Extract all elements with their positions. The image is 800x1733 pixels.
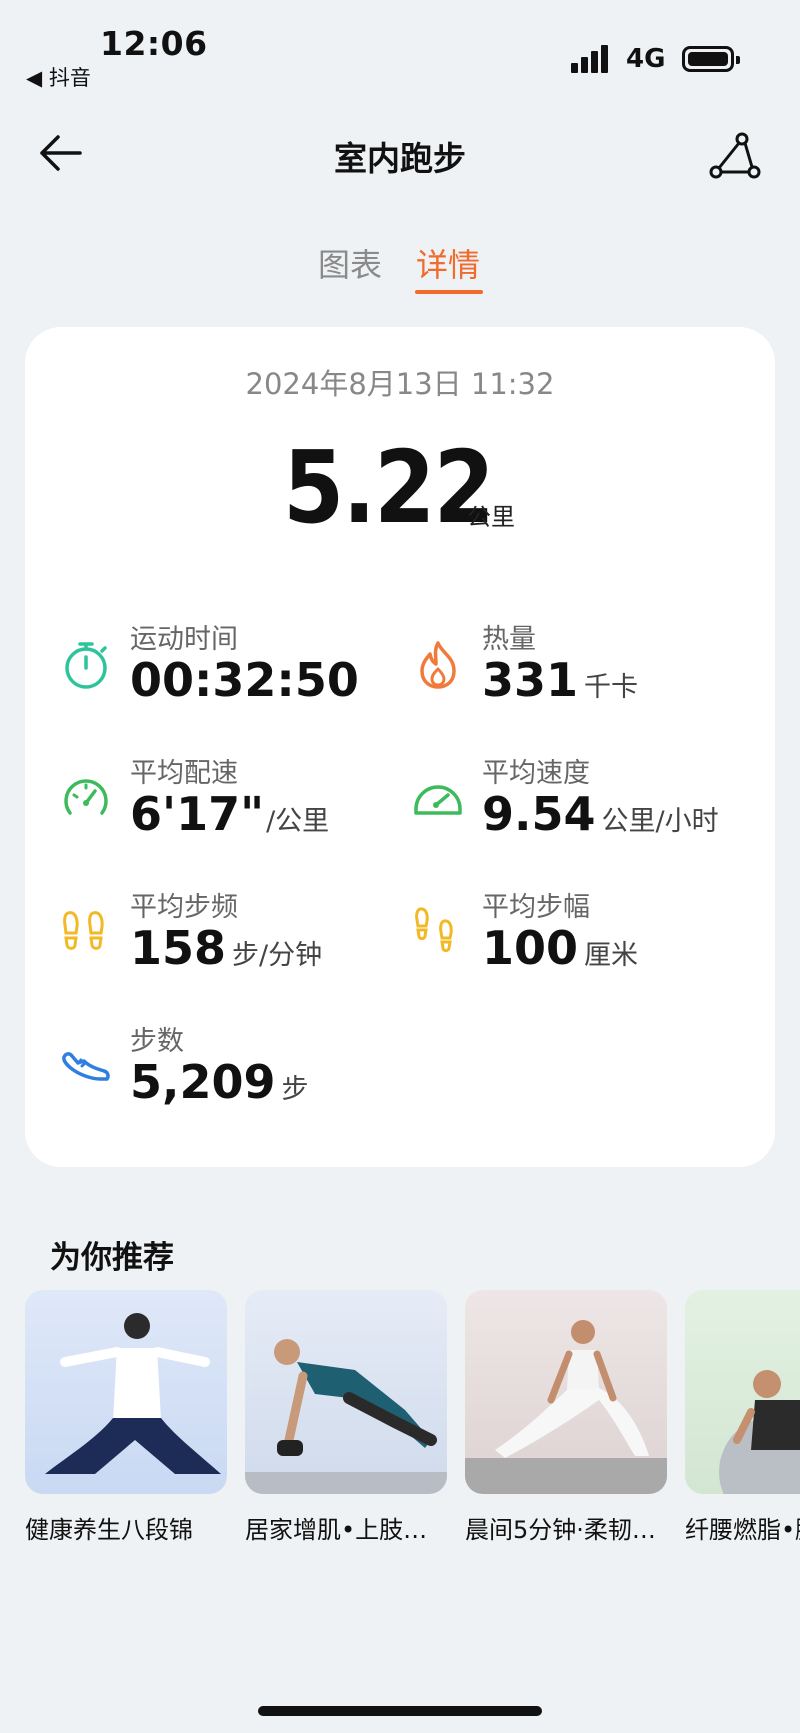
metric-label: 运动时间 bbox=[130, 624, 238, 655]
metric-value: 331 bbox=[482, 653, 579, 707]
metric-value: 100 bbox=[482, 921, 579, 975]
metric-value: 9.54 bbox=[482, 787, 596, 841]
distance-unit: 公里 bbox=[467, 503, 515, 531]
workout-date: 2024年8月13日 11:32 bbox=[245, 367, 555, 401]
metric-label: 步数 bbox=[130, 1026, 184, 1057]
metric-avg-stride: 平均步幅 100 厘米 bbox=[412, 885, 772, 995]
metric-value: 6'17" bbox=[130, 787, 265, 841]
tai-chi-thumbnail bbox=[25, 1290, 227, 1494]
metric-calories: 热量 331 千卡 bbox=[412, 617, 772, 727]
segment-tabs: 图表 详情 bbox=[0, 240, 800, 300]
ball-exercise-thumbnail bbox=[685, 1290, 800, 1494]
footprints-icon bbox=[60, 907, 112, 959]
footsteps-icon bbox=[412, 907, 464, 959]
metric-avg-speed: 平均速度 9.54 公里/小时 bbox=[412, 751, 772, 861]
recommendation-label: 纤腰燃脂•腰… bbox=[685, 1516, 800, 1544]
active-tab-indicator bbox=[415, 290, 483, 294]
distance-value: 5.22 bbox=[283, 429, 495, 546]
recommendation-label: 健康养生八段锦 bbox=[25, 1516, 193, 1544]
metric-unit: 步 bbox=[281, 1074, 309, 1105]
workout-summary-card: 2024年8月13日 11:32 5.22 公里 运动时间 00:32:50 热… bbox=[25, 327, 775, 1167]
metric-label: 平均速度 bbox=[482, 758, 590, 789]
route-share-icon[interactable] bbox=[708, 130, 762, 184]
recommendation-label: 晨间5分钟·柔韧… bbox=[465, 1516, 656, 1544]
metric-duration: 运动时间 00:32:50 bbox=[60, 617, 420, 727]
metric-unit: 厘米 bbox=[584, 940, 639, 971]
metric-steps: 步数 5,209 步 bbox=[60, 1019, 420, 1129]
stopwatch-icon bbox=[60, 639, 112, 691]
metric-label: 平均步频 bbox=[130, 892, 238, 923]
metric-unit: 步/分钟 bbox=[232, 940, 323, 971]
recommendation-card[interactable]: 晨间5分钟·柔韧… bbox=[465, 1290, 667, 1545]
dumbbell-workout-thumbnail bbox=[245, 1290, 447, 1494]
tab-detail[interactable]: 详情 bbox=[416, 240, 480, 286]
metric-value: 5,209 bbox=[130, 1055, 276, 1109]
status-time: 12:06 bbox=[100, 24, 208, 63]
metric-value: 00:32:50 bbox=[130, 653, 359, 707]
battery-icon bbox=[682, 46, 740, 72]
status-bar: 12:06 ◀ 抖音 4G bbox=[0, 0, 800, 100]
metric-avg-cadence: 平均步频 158 步/分钟 bbox=[60, 885, 420, 995]
tab-chart[interactable]: 图表 bbox=[318, 240, 382, 286]
metric-label: 平均步幅 bbox=[482, 892, 590, 923]
metric-unit: 千卡 bbox=[584, 672, 639, 703]
yoga-stretch-thumbnail bbox=[465, 1290, 667, 1494]
metric-label: 热量 bbox=[482, 624, 536, 655]
recommendation-card[interactable]: 健康养生八段锦 bbox=[25, 1290, 227, 1545]
nav-bar: 室内跑步 bbox=[0, 110, 800, 200]
network-type: 4G bbox=[626, 44, 666, 74]
shoe-icon bbox=[60, 1041, 112, 1093]
metric-label: 平均配速 bbox=[130, 758, 238, 789]
metric-unit: 公里/小时 bbox=[601, 806, 719, 837]
speedometer-icon bbox=[60, 773, 112, 825]
metric-avg-pace: 平均配速 6'17"/公里 bbox=[60, 751, 420, 861]
metric-unit: /公里 bbox=[266, 806, 330, 837]
metric-value: 158 bbox=[130, 921, 227, 975]
flame-icon bbox=[412, 639, 464, 691]
gauge-icon bbox=[412, 773, 464, 825]
recommendation-card[interactable]: 纤腰燃脂•腰… bbox=[685, 1290, 800, 1545]
recommendation-card[interactable]: 居家增肌•上肢… bbox=[245, 1290, 447, 1545]
signal-icon bbox=[571, 45, 611, 73]
home-indicator[interactable] bbox=[258, 1706, 542, 1716]
recommendations-list: 健康养生八段锦 居家增肌•上肢… 晨间5分钟·柔韧… 纤腰燃脂• bbox=[25, 1290, 800, 1550]
back-to-app-link[interactable]: ◀ 抖音 bbox=[26, 62, 91, 92]
recommendations-title: 为你推荐 bbox=[50, 1240, 174, 1276]
recommendation-label: 居家增肌•上肢… bbox=[245, 1516, 428, 1544]
page-title: 室内跑步 bbox=[334, 139, 466, 178]
